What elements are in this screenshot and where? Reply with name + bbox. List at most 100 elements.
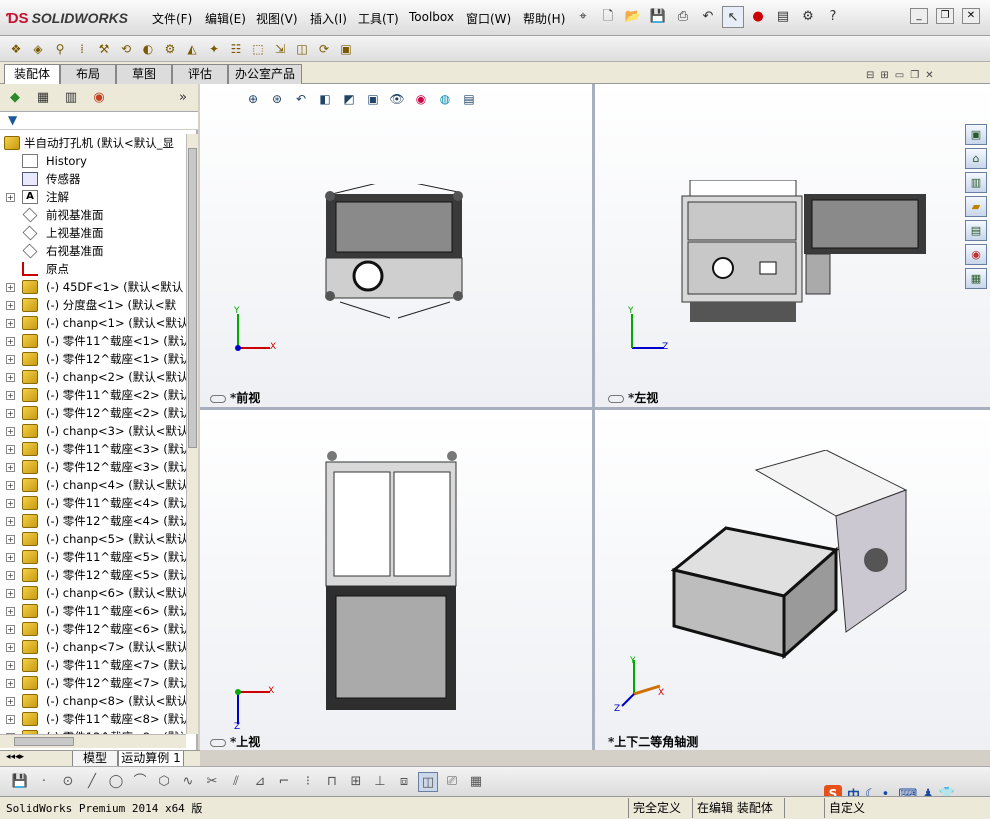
shaded-icon[interactable]: ◫: [418, 771, 438, 792]
view-settings-icon[interactable]: ▤: [460, 90, 478, 108]
viewport-close-icon[interactable]: ✕: [925, 70, 933, 81]
menu-window[interactable]: 窗口(W): [466, 10, 511, 27]
help-icon[interactable]: ?: [822, 6, 844, 28]
scroll-thumb[interactable]: [188, 148, 197, 448]
point-icon[interactable]: ·: [34, 772, 54, 792]
expand-toggle-icon[interactable]: +: [6, 535, 15, 544]
graphics-area[interactable]: ⊕ ⊛ ↶ ◧ ◩ ▣ 👁 ◉ ◍ ▤ X Y Z Y X Z Y X Z *前…: [200, 84, 990, 750]
explode-line-icon[interactable]: ⇲: [270, 39, 290, 59]
tree-item[interactable]: + A 注解: [0, 188, 186, 206]
expand-toggle-icon[interactable]: +: [6, 337, 15, 346]
tab-model[interactable]: 模型: [72, 751, 118, 767]
save-icon[interactable]: 💾: [10, 772, 30, 792]
save-icon[interactable]: 💾: [647, 6, 669, 28]
instant3d-icon[interactable]: ◫: [292, 39, 312, 59]
expand-toggle-icon[interactable]: +: [6, 427, 15, 436]
menu-view[interactable]: 视图(V): [256, 10, 298, 27]
expand-toggle-icon[interactable]: +: [6, 661, 15, 670]
tab-layout[interactable]: 布局: [60, 64, 116, 84]
home-icon[interactable]: ⌂: [965, 148, 987, 169]
tree-item[interactable]: + (-) 零件11^载座<8> (默认: [0, 710, 186, 728]
menu-edit[interactable]: 编辑(E): [205, 10, 246, 27]
print-icon[interactable]: ⎙: [672, 6, 694, 28]
expand-toggle-icon[interactable]: +: [6, 301, 15, 310]
file-explorer-icon[interactable]: ▰: [965, 196, 987, 217]
menu-toolbox[interactable]: Toolbox: [409, 10, 454, 24]
new-motion-study-icon[interactable]: ✦: [204, 39, 224, 59]
expand-toggle-icon[interactable]: +: [6, 715, 15, 724]
section-view-icon[interactable]: ◧: [316, 90, 334, 108]
expand-toggle-icon[interactable]: +: [6, 445, 15, 454]
expand-toggle-icon[interactable]: +: [6, 283, 15, 292]
relations-icon[interactable]: ⊥: [370, 772, 390, 792]
zoom-to-fit-icon[interactable]: ⊕: [244, 90, 262, 108]
expand-toggle-icon[interactable]: +: [6, 481, 15, 490]
new-document-icon[interactable]: 🗋: [597, 6, 619, 28]
tree-item[interactable]: + (-) 零件12^载座<3> (默认: [0, 458, 186, 476]
mirror-icon[interactable]: ⊿: [250, 772, 270, 792]
tree-item[interactable]: + (-) 零件11^载座<7> (默认: [0, 656, 186, 674]
tree-item[interactable]: + (-) 零件11^载座<5> (默认: [0, 548, 186, 566]
tree-item[interactable]: + (-) 零件11^载座<1> (默认: [0, 332, 186, 350]
tree-filter[interactable]: ▼: [0, 112, 198, 130]
expand-toggle-icon[interactable]: +: [6, 697, 15, 706]
iso-view-model[interactable]: [666, 450, 916, 690]
expand-toggle-icon[interactable]: +: [6, 373, 15, 382]
tree-item[interactable]: + (-) 零件11^载座<3> (默认: [0, 440, 186, 458]
tree-item[interactable]: + (-) chanp<3> (默认<默认: [0, 422, 186, 440]
mate-icon[interactable]: ⚲: [50, 39, 70, 59]
insert-component-icon[interactable]: ❖: [6, 39, 26, 59]
hide-show-icon[interactable]: 👁: [388, 90, 406, 108]
viewport-splitter-vertical[interactable]: [592, 84, 595, 750]
previous-view-icon[interactable]: ↶: [292, 90, 310, 108]
traffic-light-icon[interactable]: ●: [747, 6, 769, 28]
expand-toggle-icon[interactable]: +: [6, 679, 15, 688]
open-icon[interactable]: 📂: [622, 6, 644, 28]
viewport-prev-icon[interactable]: ⊟: [866, 70, 874, 81]
expand-toggle-icon[interactable]: +: [6, 517, 15, 526]
expand-toggle-icon[interactable]: +: [6, 553, 15, 562]
restore-icon[interactable]: ❐: [936, 8, 954, 24]
zoom-area-icon[interactable]: ⊛: [268, 90, 286, 108]
expand-toggle-icon[interactable]: +: [6, 391, 15, 400]
close-icon[interactable]: ✕: [962, 8, 980, 24]
snapshot-icon[interactable]: ▣: [336, 39, 356, 59]
expand-panel-icon[interactable]: »: [172, 87, 194, 109]
tree-item[interactable]: + (-) 零件12^载座<1> (默认: [0, 350, 186, 368]
view-orientation-icon[interactable]: ◩: [340, 90, 358, 108]
viewport-minimize-icon[interactable]: ▭: [895, 70, 904, 81]
tree-item[interactable]: + (-) 零件12^载座<4> (默认: [0, 512, 186, 530]
tree-item[interactable]: 上视基准面: [0, 224, 186, 242]
tree-item[interactable]: + (-) chanp<4> (默认<默认: [0, 476, 186, 494]
trim-icon[interactable]: ✂: [202, 772, 222, 792]
expand-toggle-icon[interactable]: +: [6, 409, 15, 418]
move-component-icon[interactable]: ⟲: [116, 39, 136, 59]
polygon-icon[interactable]: ⬡: [154, 772, 174, 792]
tree-item[interactable]: + (-) chanp<6> (默认<默认: [0, 584, 186, 602]
properties-icon[interactable]: ▤: [772, 6, 794, 28]
expand-toggle-icon[interactable]: +: [6, 499, 15, 508]
tree-item[interactable]: + (-) 零件11^载座<6> (默认: [0, 602, 186, 620]
tab-evaluate[interactable]: 评估: [172, 64, 228, 84]
property-manager-tab-icon[interactable]: ▦: [32, 87, 54, 109]
tree-item[interactable]: 右视基准面: [0, 242, 186, 260]
view-palette-icon[interactable]: ▤: [965, 220, 987, 241]
appearances-icon[interactable]: ◉: [965, 244, 987, 265]
box-icon[interactable]: ⧈: [394, 772, 414, 792]
tree-item[interactable]: + (-) chanp<8> (默认<默认: [0, 692, 186, 710]
tree-vertical-scrollbar[interactable]: [186, 134, 198, 734]
viewport-next-icon[interactable]: ⊞: [880, 70, 888, 81]
tab-assembly[interactable]: 装配体: [4, 64, 60, 84]
bill-of-materials-icon[interactable]: ☷: [226, 39, 246, 59]
apply-scene-icon[interactable]: ◍: [436, 90, 454, 108]
select-icon[interactable]: ↖: [722, 6, 744, 28]
menu-file[interactable]: 文件(F): [152, 10, 192, 27]
front-view-model[interactable]: [310, 184, 480, 324]
assembly-features-icon[interactable]: ⚙: [160, 39, 180, 59]
custom-properties-icon[interactable]: ▦: [965, 268, 987, 289]
tree-item[interactable]: + (-) 零件12^载座<6> (默认: [0, 620, 186, 638]
table-icon[interactable]: ▦: [466, 772, 486, 792]
tree-item[interactable]: + (-) chanp<5> (默认<默认: [0, 530, 186, 548]
left-view-model[interactable]: [666, 180, 928, 324]
pin-icon[interactable]: ⌖: [572, 6, 594, 28]
